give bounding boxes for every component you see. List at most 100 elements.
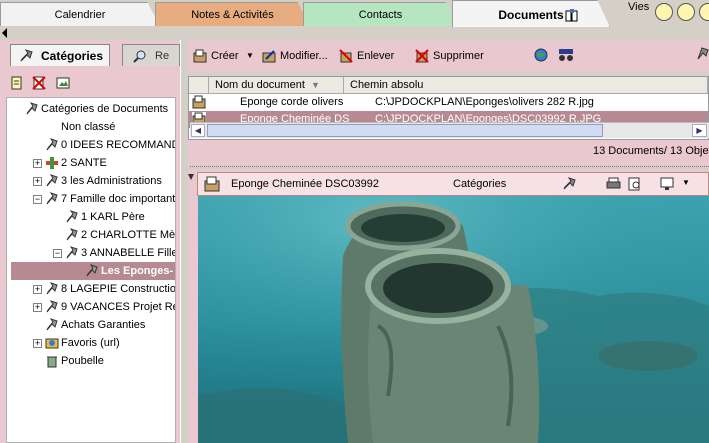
scroll-left-icon[interactable]: ◀ — [191, 124, 205, 137]
trash-icon — [47, 356, 57, 368]
category-icon — [46, 282, 58, 295]
create-label: Créer — [211, 50, 239, 62]
tree-item[interactable]: Catégories de Documents — [7, 100, 175, 118]
category-icon — [46, 300, 58, 313]
tab-notes-activites[interactable]: Notes & Activités — [155, 2, 310, 26]
print-icon[interactable] — [606, 177, 621, 191]
document-image — [198, 196, 709, 443]
sponge-photo — [198, 196, 709, 443]
categories-tool-icon[interactable] — [562, 177, 576, 191]
category-icon — [46, 138, 58, 151]
tab-search-label: Re — [155, 50, 170, 62]
tab-categories[interactable]: Catégories — [10, 44, 110, 66]
view-month-icon[interactable] — [699, 3, 709, 21]
tab-search[interactable]: Re — [122, 44, 180, 66]
delete-category-icon[interactable] — [32, 76, 46, 90]
preview-categories-label: Catégories — [453, 178, 507, 190]
tree-item-label: 2 SANTE — [61, 157, 107, 169]
tree-item-label: 7 Famille doc importants — [61, 193, 176, 205]
tree-item[interactable]: +3 les Administrations — [7, 172, 175, 190]
tree-item[interactable]: +2 SANTE — [7, 154, 175, 172]
document-count: 13 Documents/ 13 Objet — [593, 145, 709, 157]
tree-item-label: 3 les Administrations — [61, 175, 162, 187]
row-path: C:\JPDOCKPLAN\Eponges\olivers 282 R.jpg — [375, 96, 594, 108]
binoculars-icon[interactable] — [558, 47, 574, 63]
table-row[interactable]: Eponge corde olivers C:\JPDOCKPLAN\Epong… — [189, 94, 708, 111]
module-tab-bar: Calendrier Notes & Activités Contacts Do… — [0, 0, 709, 27]
expand-icon[interactable]: + — [33, 303, 42, 312]
create-dropdown-icon[interactable]: ▼ — [246, 47, 254, 65]
expand-icon[interactable]: + — [33, 339, 42, 348]
properties-category-icon[interactable] — [56, 76, 70, 90]
document-icon[interactable] — [204, 176, 220, 192]
collapse-icon[interactable]: − — [33, 195, 42, 204]
panel-splitter[interactable] — [180, 40, 188, 443]
expand-arrow-icon[interactable] — [187, 173, 195, 181]
tree-item[interactable]: + Favoris (url) — [7, 334, 175, 352]
delete-label: Supprimer — [433, 50, 484, 62]
column-header-icon[interactable] — [189, 77, 209, 94]
create-icon — [193, 49, 207, 63]
tree-item-label: 9 VACANCES Projet Rés — [61, 301, 176, 313]
tools-icon[interactable] — [696, 47, 709, 63]
tree-item[interactable]: 2 CHARLOTTE Mère — [7, 226, 175, 244]
category-icon — [46, 192, 58, 205]
scroll-thumb[interactable] — [207, 124, 603, 137]
category-icon — [46, 174, 58, 187]
category-icon — [86, 264, 98, 277]
modify-label: Modifier... — [280, 50, 328, 62]
remove-label: Enlever — [357, 50, 395, 62]
tree-item[interactable]: − 3 ANNABELLE Fille — [7, 244, 175, 262]
view-week-icon[interactable] — [677, 3, 695, 21]
category-icon — [66, 246, 78, 259]
view-label: Vies — [628, 1, 650, 13]
scroll-left-arrow-icon[interactable] — [2, 28, 7, 38]
tree-item-label: 1 KARL Père — [81, 211, 145, 223]
tree-item[interactable]: Poubelle — [7, 352, 175, 370]
tree-item-selected[interactable]: Les Eponges- — [11, 262, 175, 280]
expand-icon[interactable]: + — [33, 159, 42, 168]
scroll-right-icon[interactable]: ▶ — [692, 124, 707, 137]
expand-icon[interactable]: + — [33, 285, 42, 294]
category-icon — [46, 318, 58, 331]
web-link-icon[interactable] — [533, 47, 549, 63]
modify-icon — [262, 50, 276, 63]
remove-icon — [339, 49, 353, 63]
tab-categories-label: Catégories — [41, 49, 104, 63]
tree-item[interactable]: +9 VACANCES Projet Rés — [7, 298, 176, 316]
print-preview-icon[interactable] — [628, 177, 642, 191]
tree-item[interactable]: 0 IDEES RECOMMANDA — [7, 136, 176, 154]
display-options-dropdown-icon[interactable]: ▼ — [682, 178, 690, 187]
tree-item[interactable]: +8 LAGEPIE Construction — [7, 280, 176, 298]
categories-icon — [20, 49, 33, 62]
category-icon — [66, 228, 78, 241]
favorites-icon — [45, 338, 59, 349]
column-header-path[interactable]: Chemin absolu — [344, 77, 708, 94]
tree-item[interactable]: Non classé — [7, 118, 175, 136]
tree-item-label: Favoris (url) — [61, 337, 120, 349]
tree-item-label: 0 IDEES RECOMMANDA — [61, 139, 176, 151]
preview-header: Eponge Cheminée DSC03992 Catégories ▼ — [197, 172, 709, 196]
expand-icon[interactable]: + — [33, 177, 42, 186]
column-header-name[interactable]: Nom du document ▼ — [209, 77, 344, 94]
horizontal-scrollbar[interactable]: ◀ ▶ — [190, 122, 709, 138]
tree-item[interactable]: Achats Garanties — [7, 316, 175, 334]
tab-documents[interactable]: Documents — [452, 0, 610, 27]
tree-item[interactable]: − 7 Famille doc importants — [7, 190, 176, 208]
status-bar: 13 Documents/ 13 Objet — [188, 140, 709, 165]
tree-item-label: Catégories de Documents — [41, 103, 169, 115]
category-icon — [66, 210, 78, 223]
view-day-icon[interactable] — [655, 3, 673, 21]
tree-item-label: 8 LAGEPIE Construction — [61, 283, 176, 295]
collapse-icon[interactable]: − — [53, 249, 62, 258]
tab-calendrier[interactable]: Calendrier — [0, 2, 160, 26]
tab-contacts[interactable]: Contacts — [303, 2, 458, 26]
new-category-icon[interactable] — [10, 76, 24, 90]
display-options-icon[interactable] — [660, 177, 676, 191]
book-icon — [565, 9, 578, 22]
tree-item-label: Non classé — [61, 121, 116, 133]
search-icon — [133, 50, 146, 63]
tree-item[interactable]: 1 KARL Père — [7, 208, 175, 226]
preview-title: Eponge Cheminée DSC03992 — [231, 178, 379, 190]
sort-desc-icon: ▼ — [311, 80, 320, 90]
